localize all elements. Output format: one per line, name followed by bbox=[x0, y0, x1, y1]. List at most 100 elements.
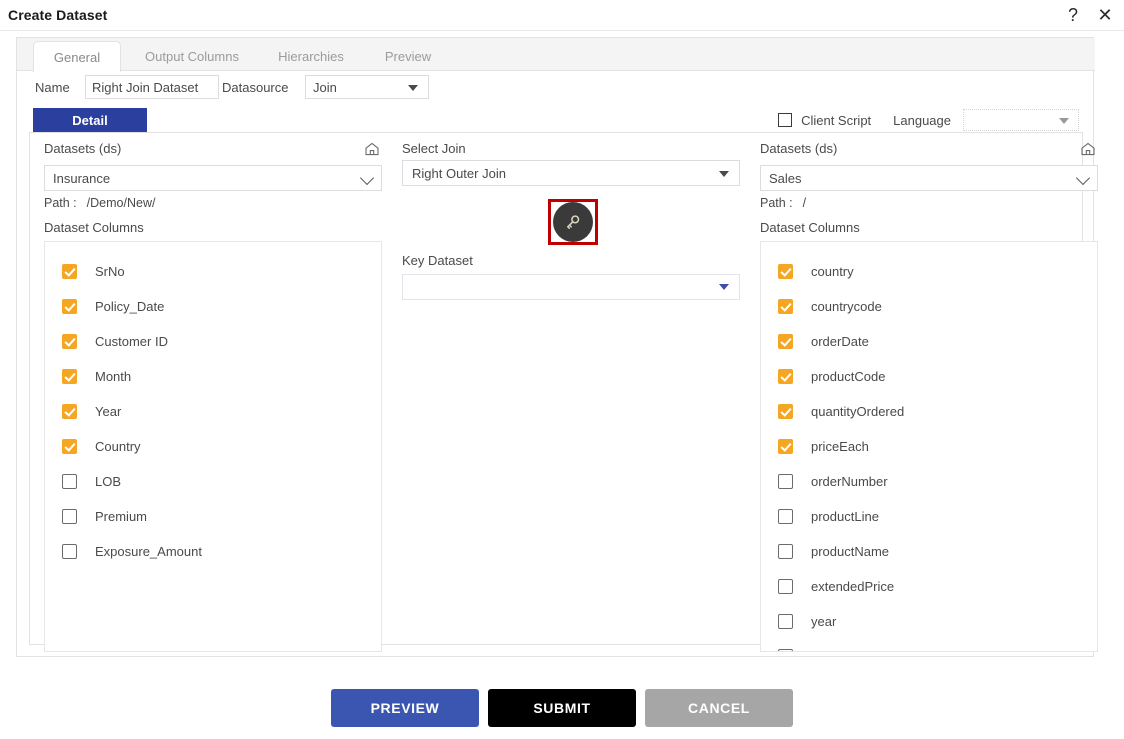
right-datasets-label: Datasets (ds) bbox=[760, 141, 838, 156]
left-column-checkbox[interactable] bbox=[62, 334, 77, 349]
footer-actions: PREVIEW SUBMIT CANCEL bbox=[0, 686, 1124, 730]
right-column-checkbox[interactable] bbox=[778, 579, 793, 594]
right-column-item[interactable]: orderDate bbox=[761, 324, 1097, 359]
right-column-item[interactable]: productCode bbox=[761, 359, 1097, 394]
right-column-checkbox[interactable] bbox=[778, 264, 793, 279]
right-column-item[interactable]: year bbox=[761, 604, 1097, 639]
right-column-checkbox[interactable] bbox=[778, 649, 793, 651]
cancel-button-label: CANCEL bbox=[688, 700, 750, 716]
right-columns-listbox[interactable]: country countrycode orderDate productCode qu… bbox=[760, 241, 1098, 652]
submit-button[interactable]: SUBMIT bbox=[488, 689, 636, 727]
right-column-label: quantityOrdered bbox=[811, 404, 905, 419]
left-column-label: SrNo bbox=[95, 264, 125, 279]
datasource-select[interactable]: Join bbox=[305, 75, 429, 99]
cancel-button[interactable]: CANCEL bbox=[645, 689, 793, 727]
right-column-label: year bbox=[811, 614, 837, 629]
close-icon[interactable]: ✕ bbox=[1092, 2, 1118, 28]
client-script-label: Client Script bbox=[801, 112, 872, 128]
right-column-item[interactable]: priceEach bbox=[761, 429, 1097, 464]
left-column-item[interactable]: Policy_Date bbox=[45, 289, 381, 324]
tab-preview[interactable]: Preview bbox=[365, 42, 451, 71]
detail-tab-label: Detail bbox=[72, 112, 108, 128]
right-dataset-panel: Datasets (ds) Sales Path : / Dataset Colu… bbox=[760, 141, 1098, 652]
left-columns-listbox[interactable]: SrNo Policy_Date Customer ID Month Year Count… bbox=[44, 241, 382, 652]
client-script-checkbox[interactable] bbox=[778, 113, 793, 127]
key-dataset-label: Key Dataset bbox=[402, 253, 473, 268]
right-column-label: extendedPrice bbox=[811, 579, 895, 594]
datasource-value: Join bbox=[313, 80, 337, 95]
right-dataset-select[interactable]: Sales bbox=[760, 165, 1098, 191]
select-join-label: Select Join bbox=[402, 141, 466, 156]
right-column-item[interactable]: productLine bbox=[761, 499, 1097, 534]
left-dataset-select[interactable]: Insurance bbox=[44, 165, 382, 191]
left-column-checkbox[interactable] bbox=[62, 439, 77, 454]
help-icon[interactable]: ? bbox=[1060, 2, 1086, 28]
language-select[interactable] bbox=[963, 109, 1079, 131]
tab-hierarchies[interactable]: Hierarchies bbox=[261, 42, 361, 71]
left-column-label: Year bbox=[95, 404, 122, 419]
right-column-checkbox[interactable] bbox=[778, 614, 793, 629]
right-column-item[interactable]: productName bbox=[761, 534, 1097, 569]
left-column-item[interactable]: LOB bbox=[45, 464, 381, 499]
tab-label: Preview bbox=[384, 49, 432, 64]
left-column-label: Exposure_Amount bbox=[95, 544, 202, 559]
right-column-item[interactable]: extendedPrice bbox=[761, 569, 1097, 604]
right-column-checkbox[interactable] bbox=[778, 474, 793, 489]
right-column-checkbox[interactable] bbox=[778, 299, 793, 314]
left-column-checkbox[interactable] bbox=[62, 369, 77, 384]
left-path-label: Path : bbox=[44, 196, 77, 210]
key-icon[interactable] bbox=[553, 202, 593, 242]
join-type-select[interactable]: Right Outer Join bbox=[402, 160, 740, 186]
right-column-label: countrycode bbox=[811, 299, 882, 314]
home-icon[interactable] bbox=[1079, 140, 1097, 158]
left-column-item[interactable]: Exposure_Amount bbox=[45, 534, 381, 569]
right-column-item[interactable]: country bbox=[761, 254, 1097, 289]
preview-button[interactable]: PREVIEW bbox=[331, 689, 479, 727]
right-column-label: priceEach bbox=[811, 439, 869, 454]
left-column-item[interactable]: Country bbox=[45, 429, 381, 464]
tab-general[interactable]: General bbox=[33, 41, 121, 72]
right-column-checkbox[interactable] bbox=[778, 334, 793, 349]
left-column-item[interactable]: Customer ID bbox=[45, 324, 381, 359]
left-column-label: Country bbox=[95, 439, 141, 454]
right-column-checkbox[interactable] bbox=[778, 404, 793, 419]
tab-output-columns[interactable]: Output Columns bbox=[127, 42, 257, 71]
right-column-checkbox[interactable] bbox=[778, 439, 793, 454]
left-column-label: Customer ID bbox=[95, 334, 168, 349]
left-column-checkbox[interactable] bbox=[62, 404, 77, 419]
right-column-label: productName bbox=[811, 544, 890, 559]
left-columns-label: Dataset Columns bbox=[44, 220, 144, 235]
right-column-item[interactable] bbox=[761, 639, 1097, 651]
left-column-checkbox[interactable] bbox=[62, 544, 77, 559]
detail-tab-button[interactable]: Detail bbox=[33, 108, 147, 132]
client-script-row: Client Script Language bbox=[778, 108, 1079, 132]
right-column-label: productLine bbox=[811, 509, 879, 524]
right-column-checkbox[interactable] bbox=[778, 369, 793, 384]
key-dataset-select[interactable] bbox=[402, 274, 740, 300]
right-column-checkbox[interactable] bbox=[778, 509, 793, 524]
left-dataset-value: Insurance bbox=[53, 170, 111, 186]
left-column-label: Month bbox=[95, 369, 132, 384]
left-column-item[interactable]: Month bbox=[45, 359, 381, 394]
left-column-item[interactable]: SrNo bbox=[45, 254, 381, 289]
left-column-label: Premium bbox=[95, 509, 148, 524]
right-column-item[interactable]: countrycode bbox=[761, 289, 1097, 324]
left-column-checkbox[interactable] bbox=[62, 264, 77, 279]
right-columns-label: Dataset Columns bbox=[760, 220, 860, 235]
right-column-label: orderNumber bbox=[811, 474, 888, 489]
home-icon[interactable] bbox=[363, 140, 381, 158]
name-input[interactable] bbox=[85, 75, 219, 99]
left-column-item[interactable]: Premium bbox=[45, 499, 381, 534]
right-column-checkbox[interactable] bbox=[778, 544, 793, 559]
right-column-item[interactable]: orderNumber bbox=[761, 464, 1097, 499]
left-datasets-header: Datasets (ds) bbox=[44, 141, 382, 161]
left-column-label: Policy_Date bbox=[95, 299, 165, 314]
name-label: Name bbox=[35, 80, 70, 95]
chevron-down-icon bbox=[1059, 118, 1069, 124]
left-column-checkbox[interactable] bbox=[62, 509, 77, 524]
right-column-item[interactable]: quantityOrdered bbox=[761, 394, 1097, 429]
left-column-checkbox[interactable] bbox=[62, 299, 77, 314]
center-join-panel: Select Join Right Outer Join Key Dataset bbox=[402, 141, 740, 300]
left-column-checkbox[interactable] bbox=[62, 474, 77, 489]
left-column-item[interactable]: Year bbox=[45, 394, 381, 429]
